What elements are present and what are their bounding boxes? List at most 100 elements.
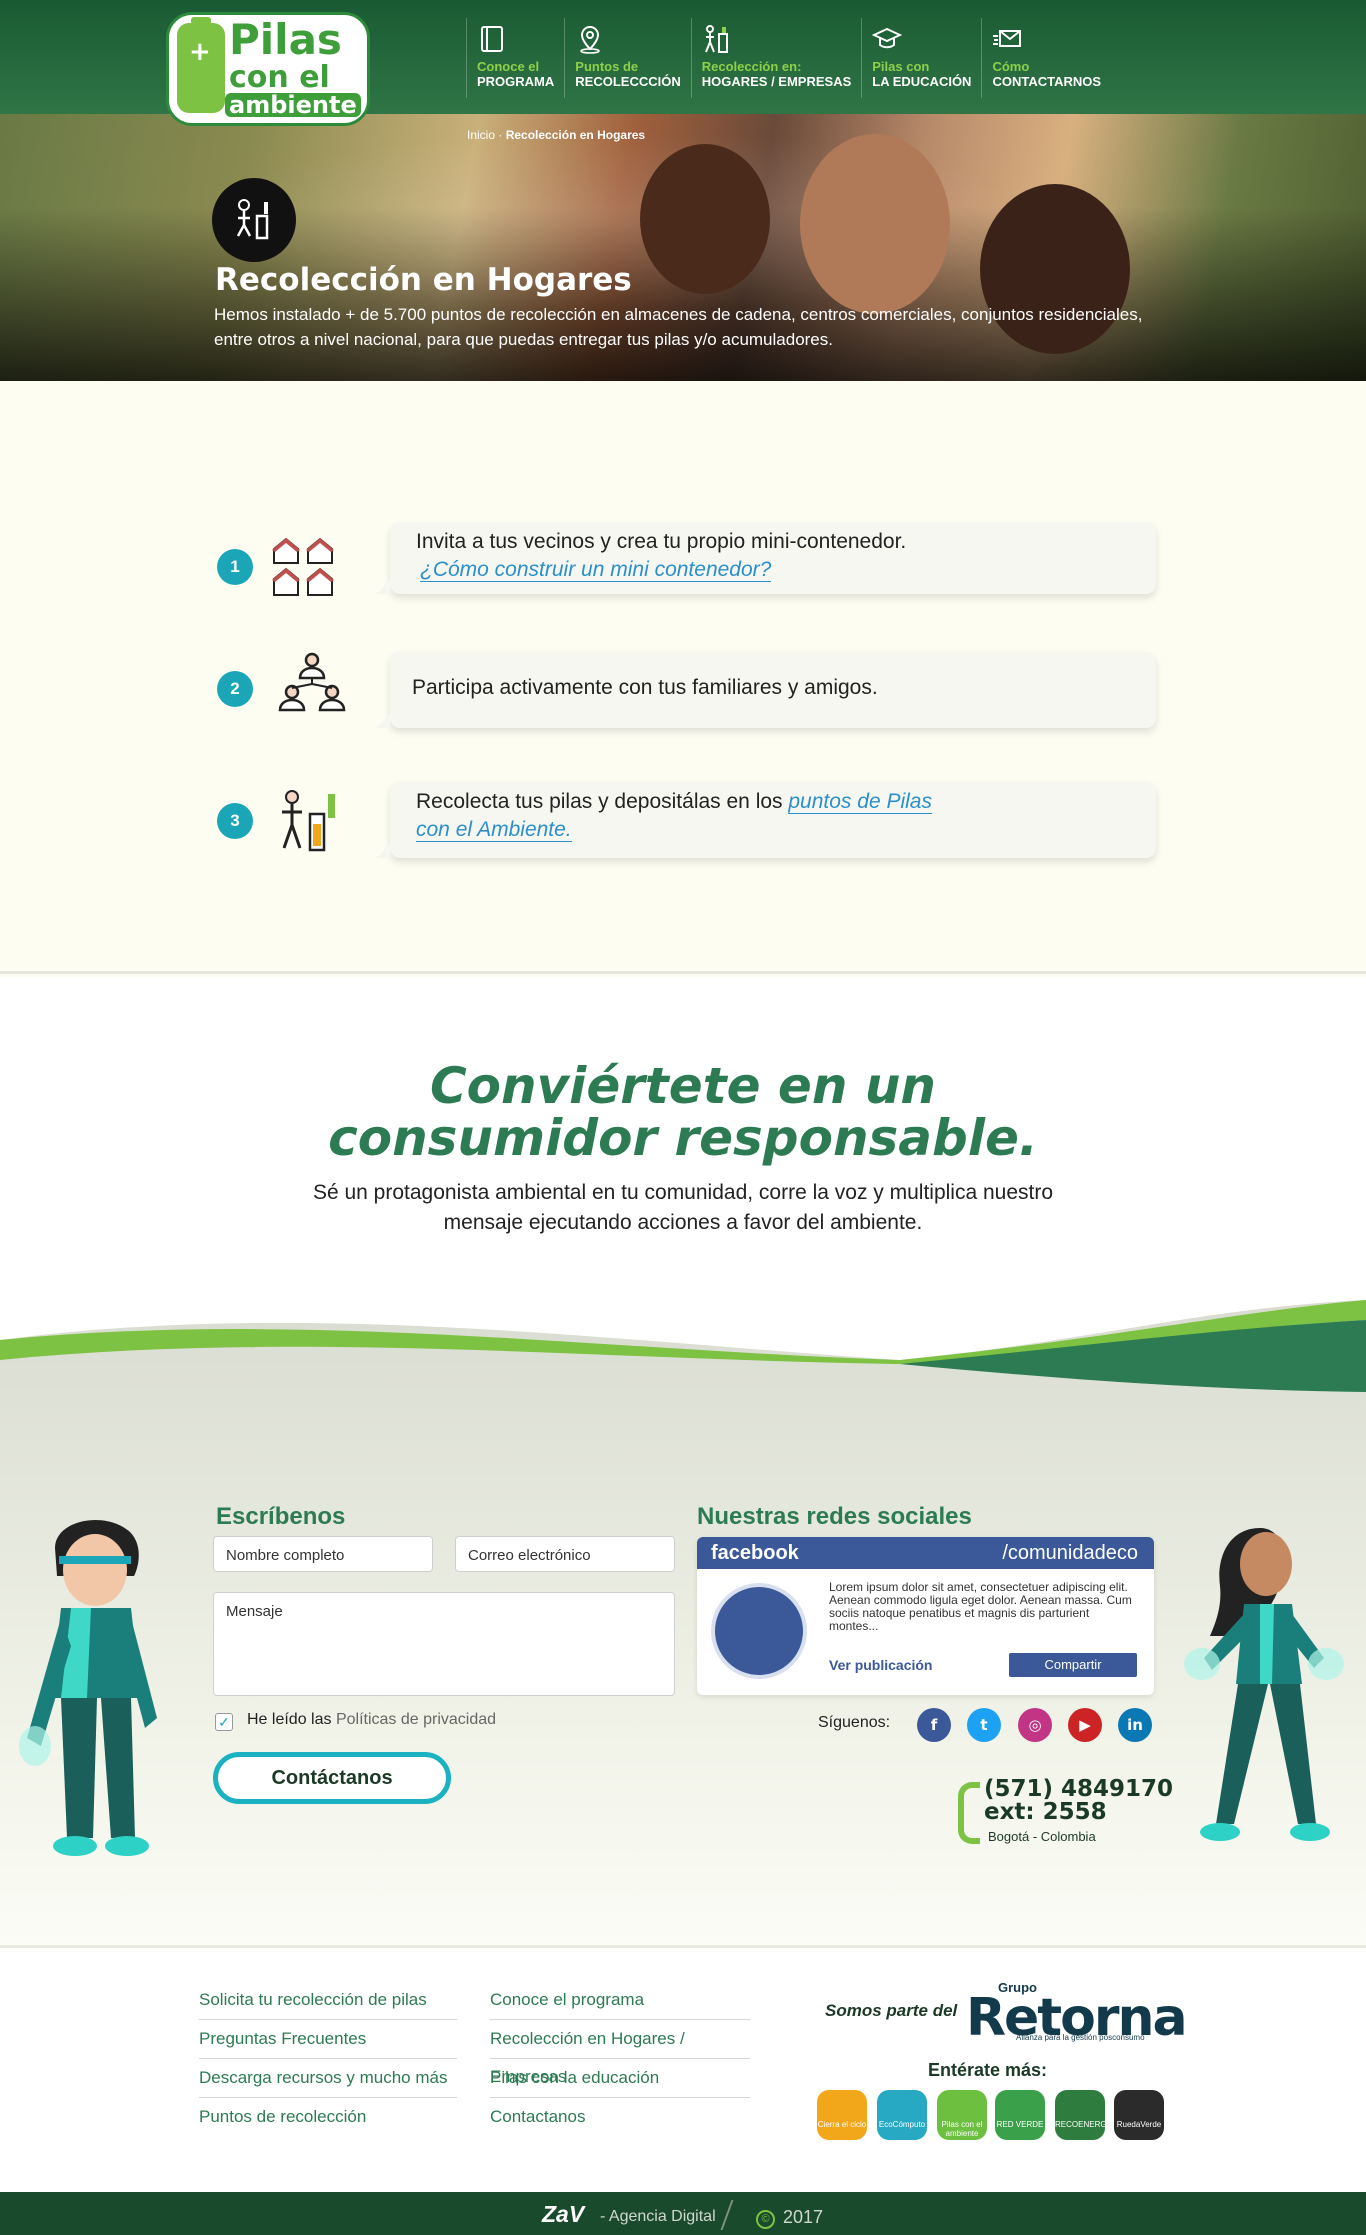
nav-label-top: Conoce el bbox=[477, 59, 540, 74]
envelope-icon bbox=[993, 30, 1022, 47]
social-heading: Nuestras redes sociales bbox=[697, 1503, 972, 1530]
copyright-icon: © bbox=[756, 2210, 775, 2229]
nav-label-main: HOGARES / EMPRESAS bbox=[701, 74, 852, 89]
somos-parte-label: Somos parte del bbox=[825, 2001, 958, 2020]
boy-mascot bbox=[19, 1520, 157, 1856]
phone-main: (571) 4849170 bbox=[984, 1776, 1174, 1802]
message-field[interactable]: Mensaje bbox=[213, 1592, 675, 1696]
name-field[interactable]: Nombre completo bbox=[213, 1536, 433, 1572]
person-recycle-bin-icon bbox=[236, 199, 269, 240]
logo[interactable]: Pilas con el ambiente bbox=[166, 12, 370, 126]
retorna-tagline: Alianza para la gestión posconsumo bbox=[1016, 2033, 1145, 2042]
people-network-icon bbox=[278, 652, 346, 712]
nav-label-top: Cómo bbox=[992, 59, 1030, 74]
instagram-icon[interactable]: ◎ bbox=[1018, 1708, 1052, 1742]
linkedin-icon[interactable]: in bbox=[1118, 1708, 1152, 1742]
contact-form-heading: Escríbenos bbox=[216, 1503, 346, 1530]
nav-label-top: Recolección en: bbox=[701, 59, 802, 74]
breadcrumb-home[interactable]: Inicio bbox=[467, 128, 495, 142]
copyright: © 2017 bbox=[756, 2207, 823, 2229]
footer-link[interactable]: Contactanos bbox=[490, 2098, 750, 2137]
step-number: 2 bbox=[217, 671, 253, 707]
cierra-el-ciclo-logo[interactable]: Cierra el ciclo bbox=[817, 2090, 867, 2140]
wave-divider bbox=[0, 1300, 1366, 1392]
logo-text-line2: con el bbox=[229, 60, 330, 95]
phone-number[interactable]: (571) 4849170 ext: 2558 bbox=[984, 1778, 1173, 1824]
breadcrumb: Inicio · Recolección en Hogares bbox=[467, 128, 645, 142]
pilas-con-el-ambiente-logo[interactable]: Pilas con el ambiente bbox=[937, 2090, 987, 2140]
privacy-checkbox[interactable]: ✓ bbox=[215, 1713, 233, 1731]
ecocomputo-logo[interactable]: EcoCómputo bbox=[877, 2090, 927, 2140]
footer-link[interactable]: Recolección en Hogares / Empresas bbox=[490, 2020, 750, 2086]
book-icon bbox=[481, 26, 503, 52]
facebook-icon[interactable]: f bbox=[917, 1708, 951, 1742]
privacy-label-prefix: He leído las bbox=[247, 1711, 332, 1728]
facebook-post-image bbox=[711, 1583, 807, 1679]
nav-label-main: LA EDUCACIÓN bbox=[872, 74, 972, 89]
privacy-policy-link[interactable]: Políticas de privacidad bbox=[336, 1711, 496, 1728]
red-verde-logo[interactable]: RED VERDE bbox=[995, 2090, 1045, 2140]
phone-ext: ext: 2558 bbox=[984, 1799, 1107, 1825]
logo-text-line1: Pilas bbox=[229, 15, 342, 64]
battery-logo-icon bbox=[177, 17, 225, 113]
footer-link[interactable]: Pilas con la educación bbox=[490, 2059, 750, 2098]
facebook-logo[interactable]: facebook bbox=[711, 1542, 799, 1565]
footer-link[interactable]: Preguntas Frecuentes bbox=[199, 2020, 457, 2059]
hero-badge bbox=[212, 178, 296, 262]
nav-item-programa[interactable]: Conoce el PROGRAMA bbox=[466, 18, 564, 98]
twitter-icon[interactable]: t bbox=[967, 1708, 1001, 1742]
houses-icon bbox=[272, 537, 334, 596]
step-number: 1 bbox=[217, 549, 253, 585]
breadcrumb-current: Recolección en Hogares bbox=[505, 128, 646, 142]
nav-label-top: Pilas con bbox=[872, 59, 930, 74]
privacy-label: He leído las Políticas de privacidad bbox=[247, 1711, 496, 1729]
nav-item-hogares-empresas[interactable]: Recolección en: HOGARES / EMPRESAS bbox=[690, 18, 862, 98]
nav-label-top: Puntos de bbox=[575, 59, 639, 74]
zav-logo[interactable]: ZaV bbox=[542, 2201, 584, 2228]
share-button[interactable]: Compartir bbox=[1009, 1653, 1137, 1677]
step-card-1: Invita a tus vecinos y crea tu propio mi… bbox=[376, 522, 1156, 594]
page: Pilas con el ambiente Conoce el PROGRAMA… bbox=[0, 0, 1366, 2235]
consumer-title-line2: consumidor responsable. bbox=[328, 1109, 1038, 1167]
nav-item-contactarnos[interactable]: Cómo CONTACTARNOS bbox=[981, 18, 1111, 98]
email-field[interactable]: Correo electrónico bbox=[455, 1536, 675, 1572]
step-card-3: Recolecta tus pilas y depositálas en los… bbox=[376, 782, 1156, 858]
footer-link[interactable]: Descarga recursos y mucho más bbox=[199, 2059, 457, 2098]
footer-link[interactable]: Puntos de recolección bbox=[199, 2098, 457, 2137]
rueda-verde-logo[interactable]: RuedaVerde bbox=[1114, 2090, 1164, 2140]
step-text: Participa activamente con tus familiares… bbox=[412, 676, 878, 699]
map-pin-icon bbox=[580, 25, 601, 54]
consumer-text: Sé un protagonista ambiental en tu comun… bbox=[312, 1181, 1054, 1234]
nav-item-educacion[interactable]: Pilas con LA EDUCACIÓN bbox=[861, 18, 981, 98]
step-text: Recolecta tus pilas y depositálas en los bbox=[416, 790, 789, 813]
consumer-title-line1: Conviértete en un bbox=[429, 1057, 937, 1115]
facebook-header-bar: facebook /comunidadeco bbox=[697, 1537, 1154, 1569]
footer-link[interactable]: Solicita tu recolección de pilas bbox=[199, 1981, 457, 2020]
battery-bin-icon bbox=[704, 25, 728, 53]
copyright-year: 2017 bbox=[783, 2207, 824, 2227]
follow-label: Síguenos: bbox=[818, 1714, 891, 1731]
view-post-link[interactable]: Ver publicación bbox=[829, 1657, 932, 1673]
step-text: Invita a tus vecinos y crea tu propio mi… bbox=[416, 530, 907, 553]
hero-title: Recolección en Hogares bbox=[215, 262, 632, 298]
facebook-page-name[interactable]: /comunidadeco bbox=[1002, 1542, 1138, 1565]
phone-bracket bbox=[958, 1782, 980, 1844]
main-nav: Conoce el PROGRAMA Puntos de RECOLECCCIÓ… bbox=[466, 18, 1111, 98]
recoenergy-logo[interactable]: RECOENERGY bbox=[1055, 2090, 1112, 2140]
contact-submit-button[interactable]: Contáctanos bbox=[213, 1752, 451, 1804]
nav-item-recoleccion[interactable]: Puntos de RECOLECCCIÓN bbox=[564, 18, 690, 98]
agency-label: - Agencia Digital bbox=[600, 2208, 716, 2225]
graduation-cap-icon bbox=[872, 27, 903, 49]
girl-mascot bbox=[1184, 1528, 1344, 1841]
breadcrumb-separator: · bbox=[498, 128, 503, 142]
youtube-icon[interactable]: ▶ bbox=[1068, 1708, 1102, 1742]
person-recycle-bin-icon bbox=[282, 790, 335, 852]
footer-link[interactable]: Conoce el programa bbox=[490, 1981, 750, 2020]
mini-container-link[interactable]: ¿Cómo construir un mini contenedor? bbox=[420, 558, 772, 582]
nav-label-main: CONTACTARNOS bbox=[992, 74, 1102, 89]
step-card-2: Participa activamente con tus familiares… bbox=[376, 652, 1156, 728]
step-number: 3 bbox=[217, 803, 253, 839]
nav-label-main: PROGRAMA bbox=[477, 74, 555, 89]
logo-text-line3: ambiente bbox=[225, 93, 361, 117]
phone-city: Bogotá - Colombia bbox=[988, 1829, 1096, 1844]
